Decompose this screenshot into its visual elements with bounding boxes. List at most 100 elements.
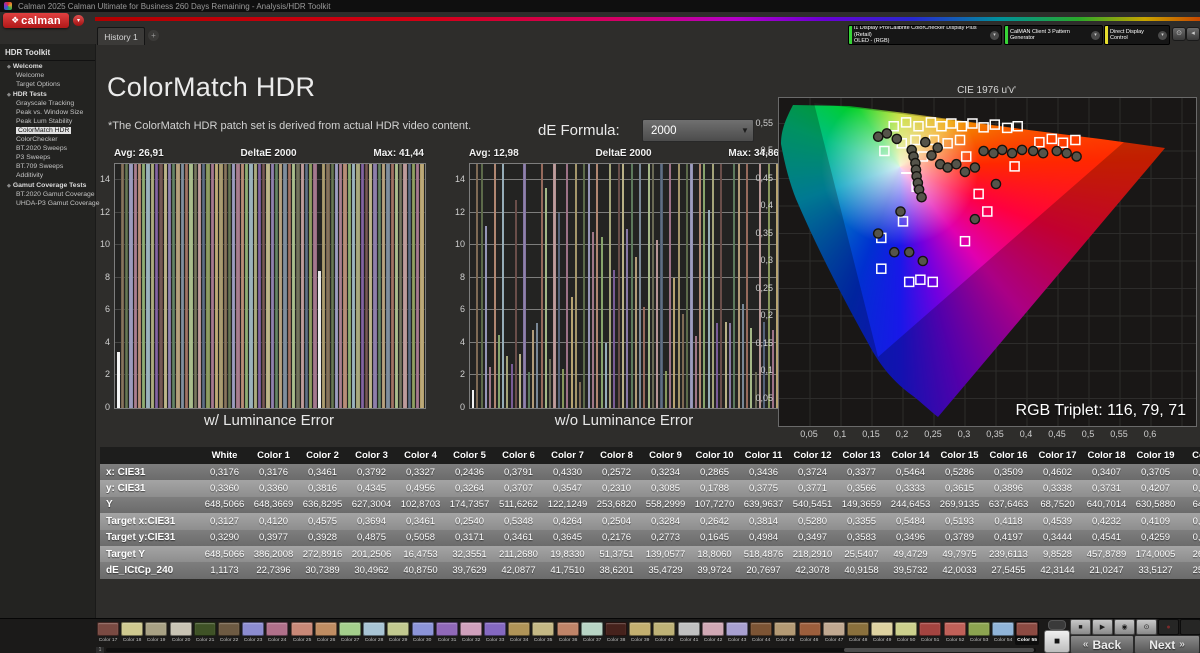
sidebar-item-welcome[interactable]: Welcome — [0, 71, 95, 80]
patch-swatch-color-34[interactable]: Color 34 — [507, 621, 531, 645]
table-column-header: Color 9 — [641, 450, 690, 461]
options-pill-button[interactable] — [1048, 620, 1066, 630]
de-formula-dropdown[interactable]: 2000 ▼ — [642, 119, 754, 142]
table-value-cell: 0,3724 — [788, 467, 837, 478]
patch-swatch-color-47[interactable]: Color 47 — [822, 621, 846, 645]
table-column-header: Color 3 — [347, 450, 396, 461]
collapse-panel-button[interactable]: ◂ — [1186, 27, 1200, 41]
patch-swatch-color-20[interactable]: Color 20 — [169, 621, 193, 645]
aperture-button[interactable]: ◉ — [1114, 619, 1135, 635]
sidebar-section[interactable]: ◆HDR Tests — [0, 89, 95, 99]
chevron-down-icon[interactable]: ▾ — [1091, 31, 1100, 40]
table-row-label: dE_ICtCp_240 — [100, 565, 200, 576]
patch-swatch-color-29[interactable]: Color 29 — [386, 621, 410, 645]
table-value-cell: 0,3566 — [837, 483, 886, 494]
sidebar-item-peak-vs-window-size[interactable]: Peak vs. Window Size — [0, 108, 95, 117]
calman-logo[interactable]: ❖ calman — [3, 13, 69, 28]
patch-swatch-color-44[interactable]: Color 44 — [749, 621, 773, 645]
sidebar-item-grayscale-tracking[interactable]: Grayscale Tracking — [0, 99, 95, 108]
sidebar-item-p3-sweeps[interactable]: P3 Sweeps — [0, 153, 95, 162]
patch-swatch-color-51[interactable]: Color 51 — [918, 621, 942, 645]
patch-swatch-color-19[interactable]: Color 19 — [144, 621, 168, 645]
swatch-scrollbar[interactable] — [106, 648, 1036, 652]
patch-swatch-color-33[interactable]: Color 33 — [483, 621, 507, 645]
patch-swatch-color-32[interactable]: Color 32 — [459, 621, 483, 645]
patch-swatch-color-46[interactable]: Color 46 — [797, 621, 821, 645]
sidebar-item-target-options[interactable]: Target Options — [0, 80, 95, 89]
tab-history-1[interactable]: History 1 — [97, 27, 145, 45]
back-button[interactable]: « Back — [1070, 635, 1134, 653]
table-value-cell: 0,2572 — [592, 467, 641, 478]
scrollbar-thumb[interactable] — [844, 648, 1034, 652]
play-button[interactable]: ▶ — [1092, 619, 1113, 635]
sidebar-item-peak-lum-stability[interactable]: Peak Lum Stability — [0, 117, 95, 126]
next-button[interactable]: Next » — [1134, 635, 1200, 653]
sidebar-item-bt-709-sweeps[interactable]: BT.709 Sweeps — [0, 162, 95, 171]
de-bar — [686, 164, 688, 408]
patch-swatch-color-43[interactable]: Color 43 — [725, 621, 749, 645]
patch-swatch-color-22[interactable]: Color 22 — [217, 621, 241, 645]
blank-button[interactable] — [1180, 619, 1200, 635]
patch-swatch-color-39[interactable]: Color 39 — [628, 621, 652, 645]
settings-button[interactable]: ⊙ — [1172, 27, 1186, 41]
patch-swatch-color-27[interactable]: Color 27 — [338, 621, 362, 645]
patch-swatch-color-48[interactable]: Color 48 — [846, 621, 870, 645]
sidebar-section[interactable]: ◆Welcome — [0, 61, 95, 71]
record-button[interactable]: ⊙ — [1136, 619, 1157, 635]
patch-swatch-color-25[interactable]: Color 25 — [290, 621, 314, 645]
sidebar-item-bt-2020-gamut-coverage[interactable]: BT.2020 Gamut Coverage — [0, 190, 95, 199]
display-control-button[interactable]: Direct Display Control ▾ — [1104, 25, 1170, 45]
add-tab-button[interactable]: + — [148, 30, 159, 41]
sidebar-item-colormatch-hdr[interactable]: ColorMatch HDR — [0, 126, 95, 135]
de-bar — [575, 164, 577, 408]
patch-swatch-color-23[interactable]: Color 23 — [241, 621, 265, 645]
stop-measure-button[interactable]: ■ — [1044, 630, 1070, 653]
patch-swatch-color-55[interactable]: Color 55 — [1015, 621, 1039, 645]
power-button[interactable]: ● — [1158, 619, 1179, 635]
patch-swatch-color-26[interactable]: Color 26 — [314, 621, 338, 645]
table-value-cell: 27,5455 — [984, 565, 1033, 576]
patch-swatch-color-31[interactable]: Color 31 — [435, 621, 459, 645]
sidebar-item-uhda-p3-gamut-coverage[interactable]: UHDA-P3 Gamut Coverage — [0, 199, 95, 208]
chevron-down-icon[interactable]: ▾ — [990, 31, 999, 40]
sidebar-item-additivity[interactable]: Additivity — [0, 171, 95, 180]
patch-swatch-color-28[interactable]: Color 28 — [362, 621, 386, 645]
meter-connection-button[interactable]: i1 Display Pro/Calibrite ColorChecker Di… — [848, 25, 1002, 45]
chevron-down-icon[interactable]: ▾ — [1158, 31, 1167, 40]
de-bar — [682, 314, 684, 408]
patch-swatch-color-45[interactable]: Color 45 — [773, 621, 797, 645]
source-connection-button[interactable]: CalMAN Client 3 Pattern Generator ▾ — [1004, 25, 1103, 45]
patch-swatch-color-38[interactable]: Color 38 — [604, 621, 628, 645]
sidebar-item-colorchecker[interactable]: ColorChecker — [0, 135, 95, 144]
patch-swatch-color-41[interactable]: Color 41 — [677, 621, 701, 645]
de-bar — [296, 164, 299, 408]
sidebar-section[interactable]: ◆Gamut Coverage Tests — [0, 180, 95, 190]
patch-swatch-color-18[interactable]: Color 18 — [120, 621, 144, 645]
patch-swatch-color-49[interactable]: Color 49 — [870, 621, 894, 645]
patch-swatch-color-42[interactable]: Color 42 — [701, 621, 725, 645]
patch-swatch-color-53[interactable]: Color 53 — [967, 621, 991, 645]
stop-button[interactable]: ■ — [1070, 619, 1091, 635]
patch-swatch-color-24[interactable]: Color 24 — [265, 621, 289, 645]
table-value-cell: 0,3171 — [445, 532, 494, 543]
patch-swatch-color-36[interactable]: Color 36 — [556, 621, 580, 645]
de-bar — [742, 304, 744, 408]
table-value-cell: 636,8295 — [298, 499, 347, 510]
patch-swatch-color-52[interactable]: Color 52 — [943, 621, 967, 645]
table-value-cell: 0,3176 — [249, 467, 298, 478]
table-value-cell: 0,2642 — [690, 516, 739, 527]
patch-swatch-color-21[interactable]: Color 21 — [193, 621, 217, 645]
patch-swatch-color-35[interactable]: Color 35 — [531, 621, 555, 645]
patch-swatch-color-30[interactable]: Color 30 — [410, 621, 434, 645]
patch-swatch-color-17[interactable]: Color 17 — [96, 621, 120, 645]
stop-icon: ■ — [1054, 636, 1060, 647]
patch-swatch-color-50[interactable]: Color 50 — [894, 621, 918, 645]
sidebar-item-bt-2020-sweeps[interactable]: BT.2020 Sweeps — [0, 144, 95, 153]
de-bar — [382, 164, 385, 408]
patch-swatch-color-54[interactable]: Color 54 — [991, 621, 1015, 645]
table-value-cell: 0,3705 — [1131, 467, 1180, 478]
table-row: dE_ICtCp_2401,117322,739630,738930,49624… — [100, 562, 1200, 578]
main-menu-button[interactable]: ▾ — [73, 15, 84, 26]
patch-swatch-color-40[interactable]: Color 40 — [652, 621, 676, 645]
patch-swatch-color-37[interactable]: Color 37 — [580, 621, 604, 645]
